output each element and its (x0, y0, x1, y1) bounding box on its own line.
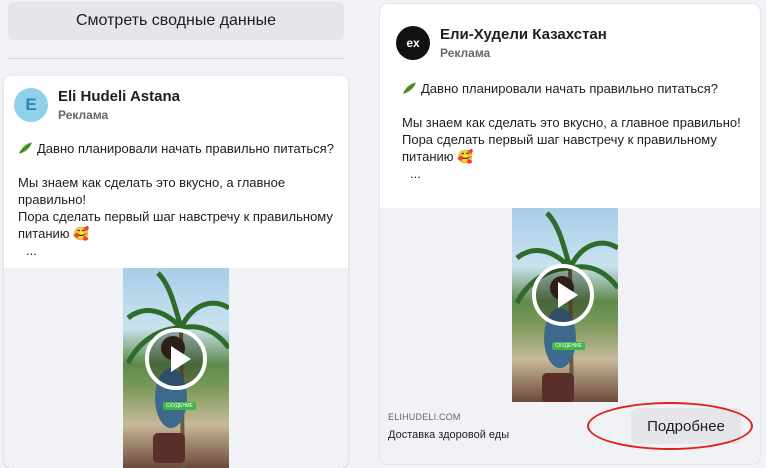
ad-text-line: Пора сделать первый шаг навстречу к прав… (18, 209, 333, 241)
ad-primary-text: Давно планировали начать правильно питат… (402, 80, 742, 182)
ad-preview-card-left: E Eli Hudeli Astana Реклама Давно планир… (4, 76, 348, 468)
divider (8, 58, 344, 59)
ad-header: E Eli Hudeli Astana Реклама (14, 88, 180, 122)
video-thumbnail[interactable]: СХУДЕНИЕ (512, 208, 618, 402)
learn-more-button[interactable]: Подробнее (631, 408, 741, 444)
play-icon[interactable] (145, 328, 207, 390)
play-icon[interactable] (532, 264, 594, 326)
avatar[interactable]: ex (396, 26, 430, 60)
ad-text-line: Давно планировали начать правильно питат… (37, 141, 334, 156)
ad-media: СХУДЕНИЕ (4, 268, 348, 468)
link-domain: ELIHUDELI.COM (388, 412, 461, 422)
ad-media: СХУДЕНИЕ (380, 208, 760, 402)
link-footer[interactable]: ELIHUDELI.COM Доставка здоровой еды Подр… (380, 402, 760, 464)
link-title: Доставка здоровой еды (388, 429, 510, 441)
ad-text-line: Пора сделать первый шаг навстречу к прав… (402, 132, 717, 164)
see-more-ellipsis[interactable]: ... (18, 242, 338, 259)
sponsored-label: Реклама (58, 108, 109, 122)
sponsored-label: Реклама (440, 46, 491, 60)
ad-text-line: Давно планировали начать правильно питат… (421, 81, 718, 96)
video-thumbnail[interactable]: СХУДЕНИЕ (123, 268, 229, 468)
see-more-ellipsis[interactable]: ... (402, 165, 742, 182)
video-caption-tag: СХУДЕНИЕ (163, 402, 196, 410)
ad-text-line: Мы знаем как сделать это вкусно, а главн… (18, 175, 286, 207)
ad-header: ex Ели-Худели Казахстан Реклама (396, 26, 607, 60)
leaf-icon (402, 82, 417, 94)
page-name[interactable]: Eli Hudeli Astana (58, 88, 180, 106)
view-summary-button[interactable]: Смотреть сводные данные (8, 2, 344, 40)
leaf-icon (18, 142, 33, 154)
ad-primary-text: Давно планировали начать правильно питат… (18, 140, 338, 259)
avatar[interactable]: E (14, 88, 48, 122)
video-caption-tag: СХУДЕНИЕ (552, 342, 585, 350)
ad-preview-card-right: ex Ели-Худели Казахстан Реклама Давно пл… (380, 4, 760, 464)
page-name[interactable]: Ели-Худели Казахстан (440, 26, 607, 44)
ad-text-line: Мы знаем как сделать это вкусно, а главн… (402, 115, 741, 130)
